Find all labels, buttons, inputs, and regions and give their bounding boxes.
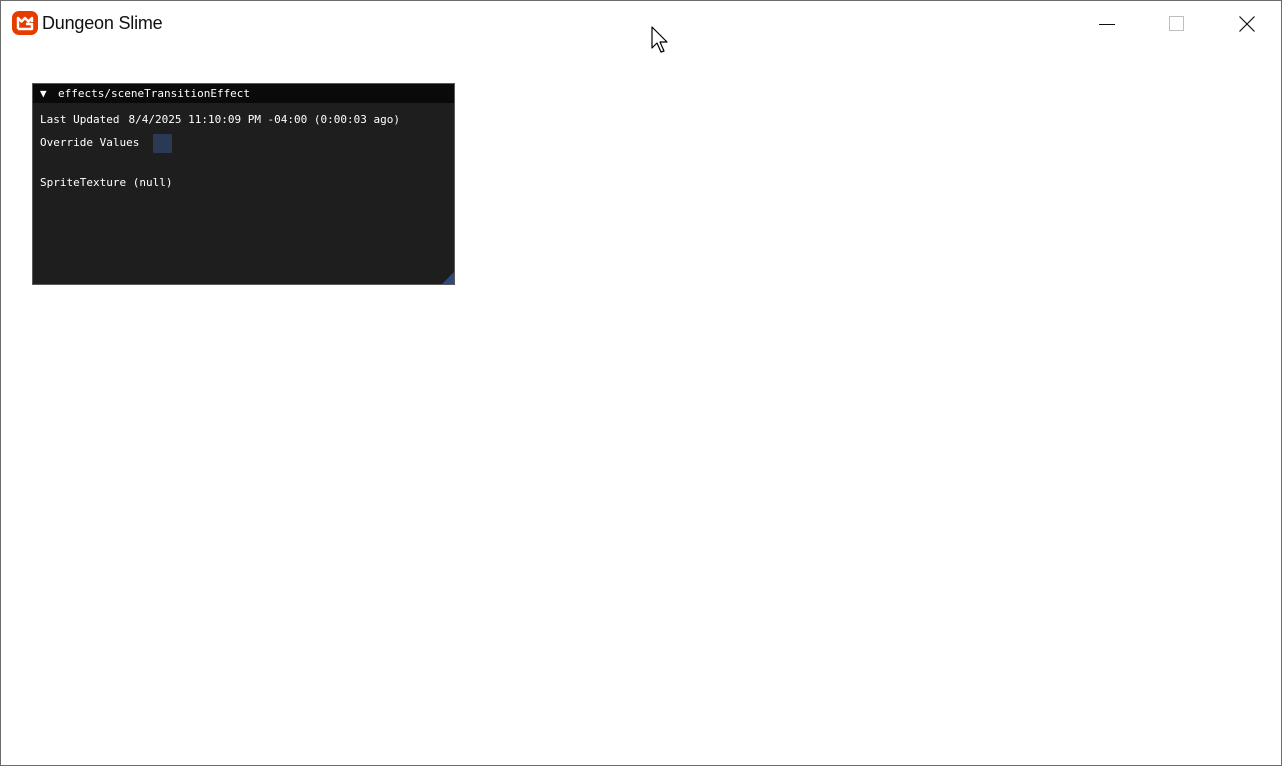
minimize-button[interactable] bbox=[1072, 1, 1141, 47]
override-values-label: Override Values bbox=[40, 136, 140, 149]
last-updated-value: 8/4/2025 11:10:09 PM -04:00 (0:00:03 ago… bbox=[128, 113, 401, 126]
collapse-arrow-icon[interactable]: ▼ bbox=[40, 84, 47, 103]
imgui-effect-panel[interactable]: ▼ effects/sceneTransitionEffect Last Upd… bbox=[32, 83, 455, 285]
maximize-icon bbox=[1168, 16, 1184, 31]
panel-title: effects/sceneTransitionEffect bbox=[58, 87, 251, 100]
close-icon bbox=[1238, 16, 1255, 32]
last-updated-row: Last Updated 8/4/2025 11:10:09 PM -04:00 … bbox=[40, 112, 408, 128]
title-bar[interactable]: Dungeon Slime bbox=[1, 1, 1281, 47]
override-values-checkbox[interactable] bbox=[153, 134, 172, 153]
app-window: Dungeon Slime ▼ effects/sceneTransitionE… bbox=[0, 0, 1282, 766]
resize-grip-icon[interactable] bbox=[442, 272, 454, 284]
monogame-logo-icon bbox=[12, 11, 38, 35]
mouse-cursor-icon bbox=[651, 26, 668, 53]
window-title: Dungeon Slime bbox=[42, 13, 163, 33]
panel-header[interactable]: ▼ effects/sceneTransitionEffect bbox=[33, 84, 454, 103]
close-button[interactable] bbox=[1212, 1, 1281, 47]
minimize-icon bbox=[1098, 24, 1115, 25]
last-updated-label: Last Updated bbox=[40, 113, 120, 126]
sprite-texture-label: SpriteTexture (null) bbox=[40, 176, 173, 189]
maximize-button[interactable] bbox=[1142, 1, 1211, 47]
